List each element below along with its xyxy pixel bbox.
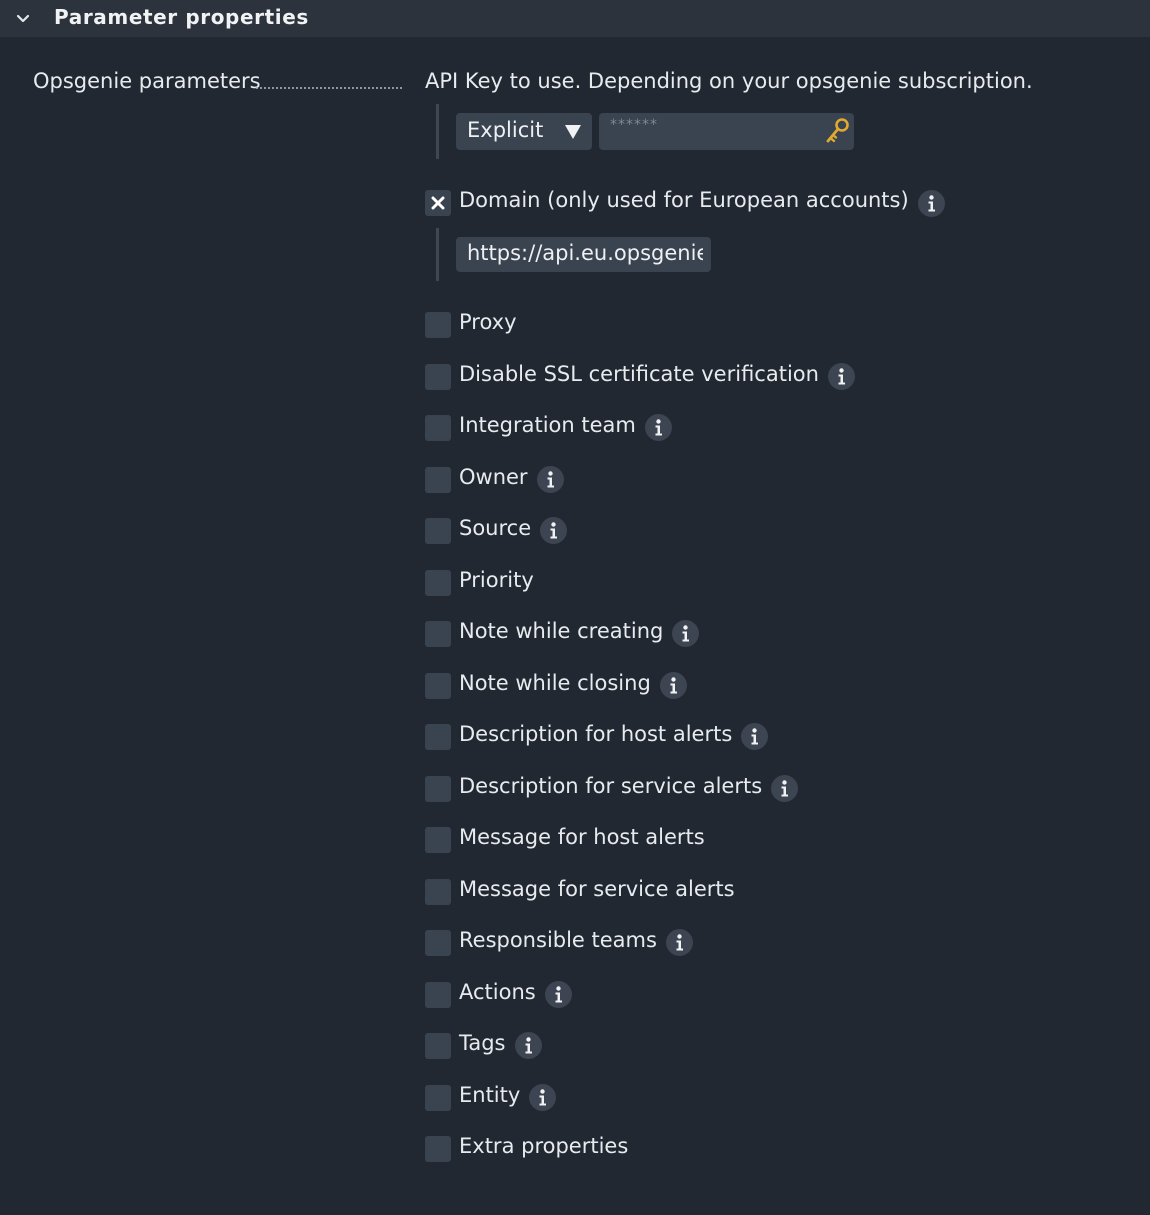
dotted-leader [255, 87, 403, 89]
actions-info-icon[interactable] [545, 981, 572, 1008]
actions-label: Actions [459, 980, 536, 1004]
message-for-host-alerts-checkbox[interactable] [425, 827, 451, 853]
note-while-creating-info-icon[interactable] [672, 620, 699, 647]
priority-checkbox[interactable] [425, 570, 451, 596]
note-while-creating-checkbox[interactable] [425, 621, 451, 647]
proxy-checkbox[interactable] [425, 312, 451, 338]
password-mask: ****** [610, 117, 658, 133]
tags-checkbox[interactable] [425, 1033, 451, 1059]
domain-checkbox[interactable] [425, 190, 451, 216]
responsible-teams-checkbox[interactable] [425, 930, 451, 956]
responsible-teams-info-icon[interactable] [666, 929, 693, 956]
message-for-service-alerts-checkbox[interactable] [425, 879, 451, 905]
entity-info-icon[interactable] [529, 1084, 556, 1111]
owner-info-icon[interactable] [537, 466, 564, 493]
disable-ssl-certificate-verification-label: Disable SSL certificate verification [459, 362, 819, 386]
domain-url-input[interactable]: https://api.eu.opsgenie.com [456, 237, 711, 272]
integration-team-info-icon[interactable] [645, 414, 672, 441]
note-while-closing-label: Note while closing [459, 671, 651, 695]
source-label: Source [459, 516, 532, 540]
integration-team-checkbox[interactable] [425, 415, 451, 441]
note-while-creating-label: Note while creating [459, 619, 664, 643]
extra-properties-checkbox[interactable] [425, 1136, 451, 1162]
source-info-icon[interactable] [540, 517, 567, 544]
description-for-host-alerts-label: Description for host alerts [459, 722, 733, 746]
disable-ssl-certificate-verification-checkbox[interactable] [425, 364, 451, 390]
section-header[interactable]: Parameter properties [0, 0, 1150, 37]
domain-url-value: https://api.eu.opsgenie.com [467, 241, 703, 265]
extra-properties-label: Extra properties [459, 1134, 629, 1158]
api-key-password-input[interactable]: ****** [599, 113, 854, 150]
responsible-teams-label: Responsible teams [459, 928, 657, 952]
dropdown-arrow-icon [565, 125, 581, 139]
domain-info-icon[interactable] [918, 190, 945, 217]
entity-label: Entity [459, 1083, 521, 1107]
description-for-host-alerts-info-icon[interactable] [741, 723, 768, 750]
param-label: Opsgenie parameters [33, 69, 261, 93]
owner-label: Owner [459, 465, 528, 489]
api-key-type-select[interactable]: Explicit [456, 113, 592, 150]
checkmark-x-icon [431, 196, 445, 210]
source-checkbox[interactable] [425, 518, 451, 544]
key-icon[interactable] [824, 117, 850, 145]
proxy-label: Proxy [459, 310, 517, 334]
entity-checkbox[interactable] [425, 1085, 451, 1111]
actions-checkbox[interactable] [425, 982, 451, 1008]
description-for-service-alerts-checkbox[interactable] [425, 776, 451, 802]
integration-team-label: Integration team [459, 413, 636, 437]
owner-checkbox[interactable] [425, 467, 451, 493]
message-for-service-alerts-label: Message for service alerts [459, 877, 735, 901]
description-for-host-alerts-checkbox[interactable] [425, 724, 451, 750]
tags-info-icon[interactable] [515, 1032, 542, 1059]
section-title: Parameter properties [54, 5, 309, 29]
note-while-closing-info-icon[interactable] [660, 672, 687, 699]
disable-ssl-certificate-verification-info-icon[interactable] [828, 363, 855, 390]
group-divider [436, 228, 439, 281]
description-for-service-alerts-info-icon[interactable] [771, 775, 798, 802]
api-key-description: API Key to use. Depending on your opsgen… [425, 69, 1033, 93]
priority-label: Priority [459, 568, 534, 592]
description-for-service-alerts-label: Description for service alerts [459, 774, 763, 798]
tags-label: Tags [459, 1031, 506, 1055]
select-value: Explicit [467, 118, 544, 142]
chevron-down-icon[interactable] [15, 11, 31, 27]
domain-label: Domain (only used for European accounts) [459, 188, 909, 212]
message-for-host-alerts-label: Message for host alerts [459, 825, 705, 849]
group-divider [436, 104, 439, 159]
note-while-closing-checkbox[interactable] [425, 673, 451, 699]
